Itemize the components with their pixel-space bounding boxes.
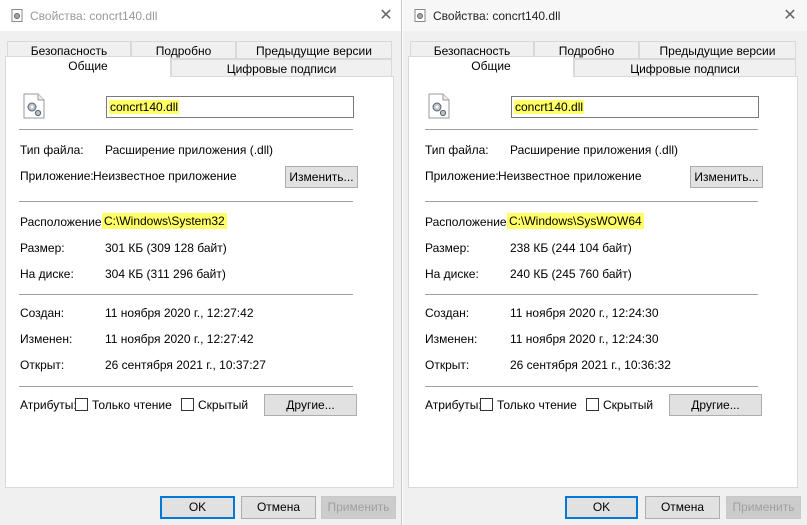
cancel-button[interactable]: Отмена (241, 496, 316, 519)
size-on-disk-value: 240 КБ (245 760 байт) (510, 267, 632, 281)
modified-value: 11 ноября 2020 г., 12:24:30 (510, 332, 659, 346)
cancel-button[interactable]: Отмена (645, 496, 720, 519)
properties-dialog-syswow64: Свойства: concrt140.dll ✕ Безопасность П… (403, 0, 807, 525)
application-value: Неизвестное приложение (93, 169, 237, 183)
title-bar: Свойства: concrt140.dll ✕ (0, 0, 401, 31)
readonly-checkbox-label[interactable]: Только чтение (497, 398, 577, 412)
tab-previous-versions[interactable]: Предыдущие версии (236, 41, 392, 59)
readonly-checkbox-label[interactable]: Только чтение (92, 398, 172, 412)
title-bar: Свойства: concrt140.dll ✕ (403, 0, 807, 31)
location-value: C:\Windows\System32 (102, 213, 227, 229)
readonly-checkbox[interactable] (480, 398, 493, 411)
apply-button[interactable]: Применить (726, 496, 801, 519)
application-label: Приложение: (425, 169, 499, 183)
readonly-checkbox[interactable] (75, 398, 88, 411)
modified-label: Изменен: (20, 332, 73, 346)
created-value: 11 ноября 2020 г., 12:24:30 (510, 306, 659, 320)
tab-previous-versions[interactable]: Предыдущие версии (639, 41, 796, 59)
separator (425, 386, 758, 387)
file-name-field[interactable]: concrt140.dll (511, 96, 759, 118)
size-value: 238 КБ (244 104 байт) (510, 241, 632, 255)
attributes-label: Атрибуты: (425, 398, 482, 412)
location-label: Расположение: (20, 215, 105, 229)
tab-digital-signatures[interactable]: Цифровые подписи (171, 59, 392, 77)
size-label: Размер: (20, 241, 65, 255)
accessed-value: 26 сентября 2021 г., 10:37:27 (105, 358, 266, 372)
created-label: Создан: (425, 306, 470, 320)
apply-button[interactable]: Применить (321, 496, 396, 519)
created-label: Создан: (20, 306, 65, 320)
window-title: Свойства: concrt140.dll (433, 9, 561, 23)
ok-button[interactable]: OK (160, 496, 235, 519)
size-on-disk-label: На диске: (20, 267, 74, 281)
dll-file-icon (428, 93, 450, 119)
advanced-button[interactable]: Другие... (669, 394, 762, 416)
separator (425, 129, 758, 130)
window-title: Свойства: concrt140.dll (30, 9, 158, 23)
attributes-label: Атрибуты: (20, 398, 77, 412)
file-type-label: Тип файла: (20, 143, 84, 157)
file-name-field[interactable]: concrt140.dll (106, 96, 354, 118)
tab-digital-signatures[interactable]: Цифровые подписи (574, 59, 796, 77)
change-button[interactable]: Изменить... (690, 166, 763, 188)
separator (19, 129, 353, 130)
file-name-value: concrt140.dll (109, 100, 180, 114)
size-value: 301 КБ (309 128 байт) (105, 241, 227, 255)
ok-button[interactable]: OK (565, 496, 638, 519)
size-label: Размер: (425, 241, 470, 255)
accessed-label: Открыт: (425, 358, 470, 372)
created-value: 11 ноября 2020 г., 12:27:42 (105, 306, 254, 320)
hidden-checkbox-label[interactable]: Скрытый (198, 398, 248, 412)
location-label: Расположение: (425, 215, 510, 229)
separator (19, 386, 353, 387)
close-icon[interactable]: ✕ (779, 4, 801, 26)
properties-dialog-system32: Свойства: concrt140.dll ✕ Безопасность П… (0, 0, 402, 525)
separator (19, 294, 353, 295)
application-value: Неизвестное приложение (498, 169, 642, 183)
file-properties-icon (11, 9, 23, 22)
advanced-button[interactable]: Другие... (264, 394, 357, 416)
hidden-checkbox-label[interactable]: Скрытый (603, 398, 653, 412)
separator (19, 201, 353, 202)
file-name-value: concrt140.dll (514, 100, 585, 114)
modified-value: 11 ноября 2020 г., 12:27:42 (105, 332, 254, 346)
accessed-value: 26 сентября 2021 г., 10:36:32 (510, 358, 671, 372)
change-button[interactable]: Изменить... (285, 166, 358, 188)
separator (425, 294, 758, 295)
size-on-disk-value: 304 КБ (311 296 байт) (105, 267, 226, 281)
tab-general[interactable]: Общие (5, 56, 171, 77)
accessed-label: Открыт: (20, 358, 65, 372)
general-tab-panel (408, 76, 798, 488)
file-type-value: Расширение приложения (.dll) (510, 143, 679, 157)
file-properties-icon (414, 9, 426, 22)
modified-label: Изменен: (425, 332, 478, 346)
hidden-checkbox[interactable] (586, 398, 599, 411)
application-label: Приложение: (20, 169, 94, 183)
separator (425, 201, 758, 202)
close-icon[interactable]: ✕ (375, 4, 397, 26)
location-value: C:\Windows\SysWOW64 (507, 213, 644, 229)
general-tab-panel (5, 76, 394, 488)
file-type-label: Тип файла: (425, 143, 489, 157)
size-on-disk-label: На диске: (425, 267, 479, 281)
dll-file-icon (23, 93, 45, 119)
tab-general[interactable]: Общие (408, 56, 574, 77)
hidden-checkbox[interactable] (181, 398, 194, 411)
file-type-value: Расширение приложения (.dll) (105, 143, 274, 157)
